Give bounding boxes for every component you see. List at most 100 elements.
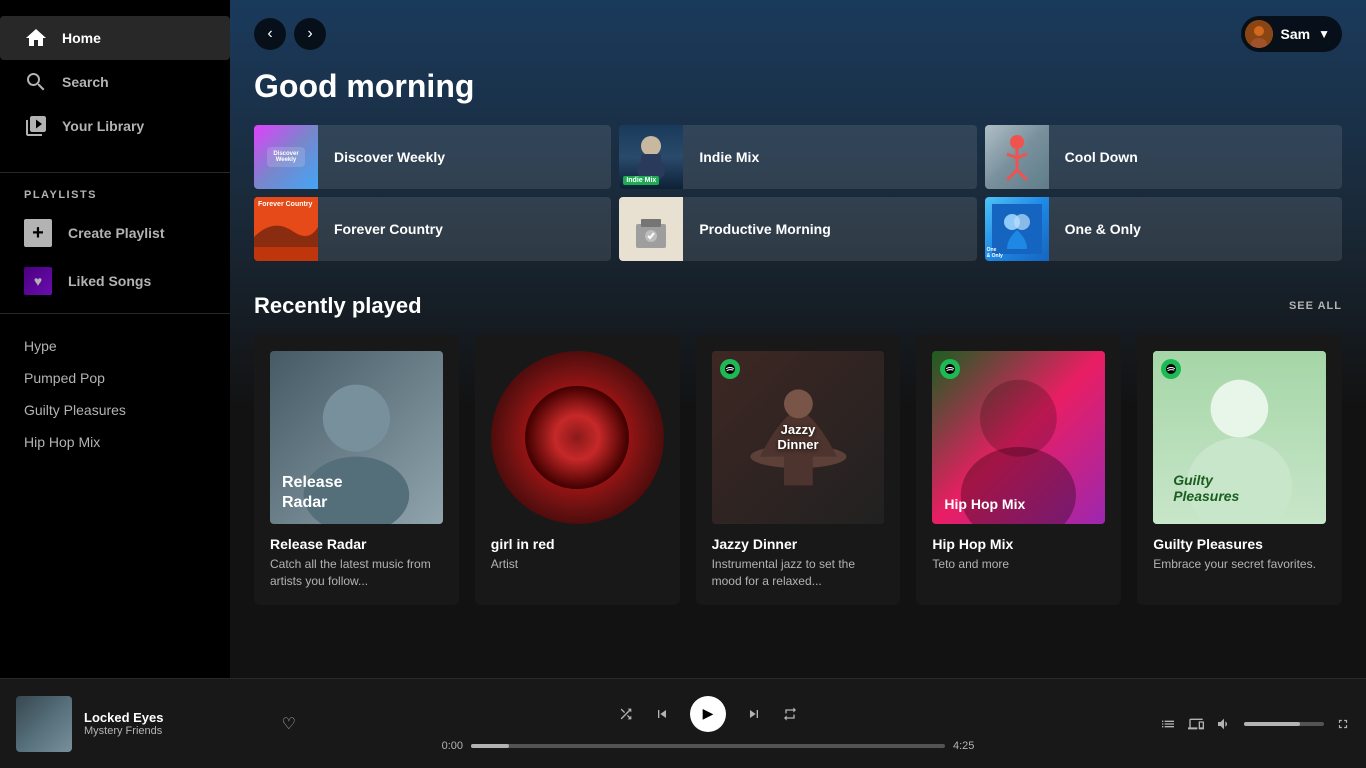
jazzy-dinner-spotify-badge bbox=[720, 359, 740, 379]
forward-button[interactable]: › bbox=[294, 18, 326, 50]
see-all-button[interactable]: SEE ALL bbox=[1289, 300, 1342, 312]
quick-access-productive-morning[interactable]: Productive Morning bbox=[619, 197, 976, 261]
liked-songs-item[interactable]: ♥ Liked Songs bbox=[0, 257, 230, 305]
cards-grid: ReleaseRadar ▶ Release Radar Catch all t… bbox=[254, 335, 1342, 605]
hip-hop-mix-subtitle: Teto and more bbox=[932, 556, 1105, 573]
girl-in-red-image: ▶ bbox=[491, 351, 664, 524]
sidebar-item-library[interactable]: Your Library bbox=[0, 104, 230, 148]
one-only-label: One & Only bbox=[1049, 221, 1157, 237]
progress-bar-area: 0:00 4:25 bbox=[428, 740, 988, 752]
player-bar: Locked Eyes Mystery Friends ♡ ▶ bbox=[0, 678, 1366, 768]
playlist-item-hip-hop-mix[interactable]: Hip Hop Mix bbox=[0, 426, 230, 458]
sidebar-divider bbox=[0, 172, 230, 173]
card-release-radar[interactable]: ReleaseRadar ▶ Release Radar Catch all t… bbox=[254, 335, 459, 605]
indie-mix-thumb: Indie Mix bbox=[619, 125, 683, 189]
productive-morning-label: Productive Morning bbox=[683, 221, 846, 237]
devices-button[interactable] bbox=[1188, 716, 1204, 732]
playlists-header: PLAYLISTS bbox=[0, 181, 230, 209]
play-pause-button[interactable]: ▶ bbox=[690, 696, 726, 732]
sidebar-item-search[interactable]: Search bbox=[0, 60, 230, 104]
volume-fill bbox=[1244, 722, 1300, 726]
hip-hop-mix-title: Hip Hop Mix bbox=[932, 536, 1105, 552]
jazzy-dinner-image: JazzyDinner ▶ bbox=[712, 351, 885, 524]
previous-button[interactable] bbox=[654, 706, 670, 722]
dropdown-arrow-icon: ▼ bbox=[1318, 27, 1330, 41]
quick-access-grid: Discover Weekly Discover Weekly bbox=[254, 125, 1342, 261]
cool-down-thumb bbox=[985, 125, 1049, 189]
quick-access-indie-mix[interactable]: Indie Mix Indie Mix bbox=[619, 125, 976, 189]
search-icon bbox=[24, 70, 48, 94]
hip-hop-mix-image: Hip Hop Mix ▶ bbox=[932, 351, 1105, 524]
library-icon bbox=[24, 114, 48, 138]
next-button[interactable] bbox=[746, 706, 762, 722]
playlist-item-hype[interactable]: Hype bbox=[0, 330, 230, 362]
back-button[interactable]: ‹ bbox=[254, 18, 286, 50]
card-girl-in-red[interactable]: ▶ girl in red Artist bbox=[475, 335, 680, 605]
liked-songs-label: Liked Songs bbox=[68, 273, 151, 289]
girl-in-red-subtitle: Artist bbox=[491, 556, 664, 573]
jazzy-dinner-subtitle: Instrumental jazz to set the mood for a … bbox=[712, 556, 885, 590]
home-icon bbox=[24, 26, 48, 50]
avatar bbox=[1245, 20, 1273, 48]
progress-fill bbox=[471, 744, 509, 748]
quick-access-one-only[interactable]: One& Only One & Only bbox=[985, 197, 1342, 261]
guilty-pleasures-image: GuiltyPleasures ▶ bbox=[1153, 351, 1326, 524]
user-name: Sam bbox=[1281, 26, 1311, 42]
sidebar-search-label: Search bbox=[62, 74, 109, 90]
track-artist: Mystery Friends bbox=[84, 725, 270, 737]
card-hip-hop-mix[interactable]: Hip Hop Mix ▶ Hip Hop Mix bbox=[916, 335, 1121, 605]
progress-bar[interactable] bbox=[471, 744, 945, 748]
page-content: Good morning Discover Weekly Discover We… bbox=[230, 68, 1366, 678]
release-radar-image: ReleaseRadar ▶ bbox=[270, 351, 443, 524]
track-album-art bbox=[16, 696, 72, 752]
quick-access-forever-country[interactable]: Forever Country Forever Country bbox=[254, 197, 611, 261]
discover-weekly-label: Discover Weekly bbox=[318, 149, 461, 165]
repeat-button[interactable] bbox=[782, 706, 798, 722]
recently-played-title: Recently played bbox=[254, 293, 422, 319]
player-right-controls bbox=[1120, 716, 1350, 732]
card-jazzy-dinner[interactable]: JazzyDinner ▶ Jazzy Dinner bbox=[696, 335, 901, 605]
sidebar-library-label: Your Library bbox=[62, 118, 144, 134]
cool-down-label: Cool Down bbox=[1049, 149, 1154, 165]
playlist-item-guilty-pleasures[interactable]: Guilty Pleasures bbox=[0, 394, 230, 426]
main-content: ‹ › Sam ▼ Good morning bbox=[230, 0, 1366, 678]
player-controls: ▶ 0:00 4:25 bbox=[296, 696, 1120, 752]
guilty-pleasures-title: Guilty Pleasures bbox=[1153, 536, 1326, 552]
forever-country-label: Forever Country bbox=[318, 221, 459, 237]
guilty-pleasures-subtitle: Embrace your secret favorites. bbox=[1153, 556, 1326, 573]
queue-button[interactable] bbox=[1160, 716, 1176, 732]
create-playlist-item[interactable]: + Create Playlist bbox=[0, 209, 230, 257]
volume-slider[interactable] bbox=[1244, 722, 1324, 726]
page-title: Good morning bbox=[254, 68, 1342, 105]
indie-mix-label: Indie Mix bbox=[683, 149, 775, 165]
fullscreen-button[interactable] bbox=[1336, 717, 1350, 731]
quick-access-discover-weekly[interactable]: Discover Weekly Discover Weekly bbox=[254, 125, 611, 189]
sidebar-nav: Home Search Your Library bbox=[0, 8, 230, 164]
sidebar-divider-2 bbox=[0, 313, 230, 314]
current-time: 0:00 bbox=[428, 740, 463, 752]
create-playlist-label: Create Playlist bbox=[68, 225, 165, 241]
playlist-list: Hype Pumped Pop Guilty Pleasures Hip Hop… bbox=[0, 322, 230, 466]
total-time: 4:25 bbox=[953, 740, 988, 752]
create-playlist-icon: + bbox=[24, 219, 52, 247]
top-bar: ‹ › Sam ▼ bbox=[230, 0, 1366, 68]
volume-button[interactable] bbox=[1216, 716, 1232, 732]
user-area[interactable]: Sam ▼ bbox=[1241, 16, 1342, 52]
shuffle-button[interactable] bbox=[618, 706, 634, 722]
discover-weekly-thumb: Discover Weekly bbox=[254, 125, 318, 189]
recently-played-section-header: Recently played SEE ALL bbox=[254, 293, 1342, 319]
jazzy-dinner-title: Jazzy Dinner bbox=[712, 536, 885, 552]
sidebar-home-label: Home bbox=[62, 30, 101, 46]
quick-access-cool-down[interactable]: Cool Down bbox=[985, 125, 1342, 189]
track-info: Locked Eyes Mystery Friends ♡ bbox=[16, 696, 296, 752]
nav-buttons: ‹ › bbox=[254, 18, 326, 50]
track-details: Locked Eyes Mystery Friends bbox=[84, 710, 270, 737]
girl-in-red-title: girl in red bbox=[491, 536, 664, 552]
card-guilty-pleasures[interactable]: GuiltyPleasures ▶ Guilty Pleasur bbox=[1137, 335, 1342, 605]
forever-country-thumb: Forever Country bbox=[254, 197, 318, 261]
sidebar-item-home[interactable]: Home bbox=[0, 16, 230, 60]
like-button[interactable]: ♡ bbox=[282, 714, 296, 734]
playlist-item-pumped-pop[interactable]: Pumped Pop bbox=[0, 362, 230, 394]
track-name: Locked Eyes bbox=[84, 710, 270, 725]
control-buttons: ▶ bbox=[618, 696, 798, 732]
